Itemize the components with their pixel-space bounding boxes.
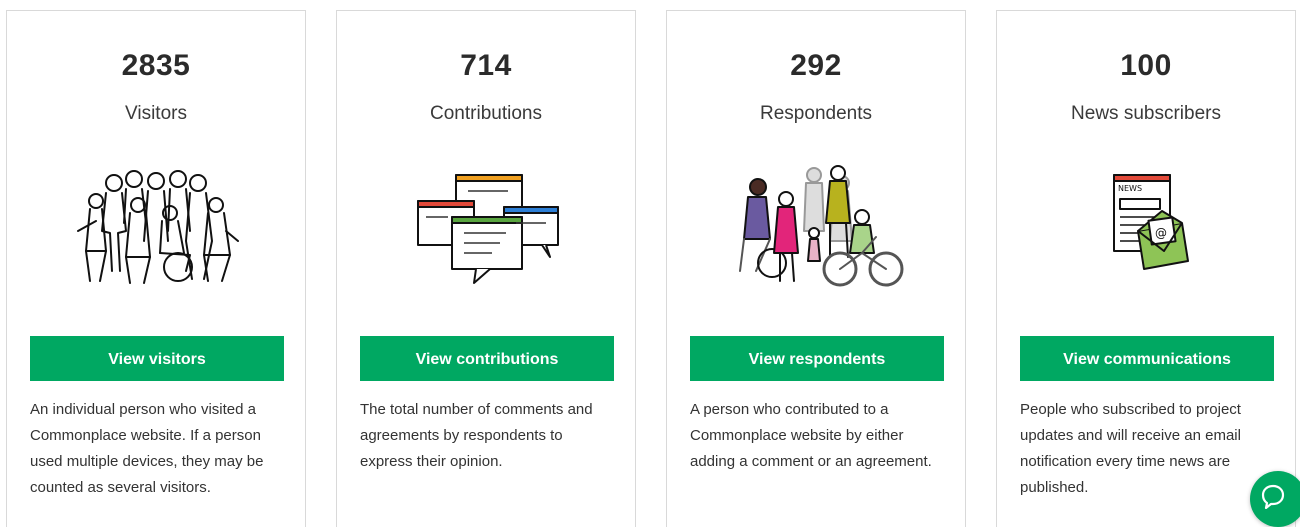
- view-visitors-button[interactable]: View visitors: [30, 336, 284, 381]
- respondents-label: Respondents: [760, 103, 872, 124]
- svg-text:@: @: [1155, 226, 1167, 240]
- contributions-count: 714: [460, 49, 512, 82]
- respondents-group-icon: [726, 161, 906, 291]
- visitors-label: Visitors: [125, 103, 187, 124]
- contributions-description: The total number of comments and agreeme…: [360, 401, 593, 470]
- visitors-description: An individual person who visited a Commo…: [30, 401, 264, 496]
- view-communications-button[interactable]: View communications: [1020, 336, 1274, 381]
- view-respondents-button[interactable]: View respondents: [690, 336, 944, 381]
- news-subscribers-card: 100 News subscribers NEWS @ View communi…: [996, 10, 1296, 527]
- newsletter-email-icon: NEWS @: [1056, 161, 1236, 291]
- subscribers-count: 100: [1120, 49, 1172, 82]
- respondents-count: 292: [790, 49, 842, 82]
- view-contributions-button[interactable]: View contributions: [360, 336, 614, 381]
- contributions-card: 714 Contributions View contributions The…: [336, 10, 636, 527]
- chat-launcher-button[interactable]: [1250, 471, 1300, 527]
- chat-bubble-icon: [1260, 483, 1286, 510]
- comment-cards-icon: [396, 161, 576, 291]
- stats-cards: 2835 Visitors View visitors An individua…: [0, 0, 1300, 527]
- people-crowd-icon: [66, 161, 246, 291]
- respondents-description: A person who contributed to a Commonplac…: [690, 401, 932, 470]
- subscribers-label: News subscribers: [1071, 103, 1221, 124]
- visitors-card: 2835 Visitors View visitors An individua…: [6, 10, 306, 527]
- contributions-label: Contributions: [430, 103, 542, 124]
- subscribers-description: People who subscribed to project updates…: [1020, 401, 1241, 496]
- respondents-card: 292 Respondents View respondents A perso…: [666, 10, 966, 527]
- visitors-count: 2835: [121, 49, 191, 82]
- svg-text:NEWS: NEWS: [1118, 184, 1142, 193]
